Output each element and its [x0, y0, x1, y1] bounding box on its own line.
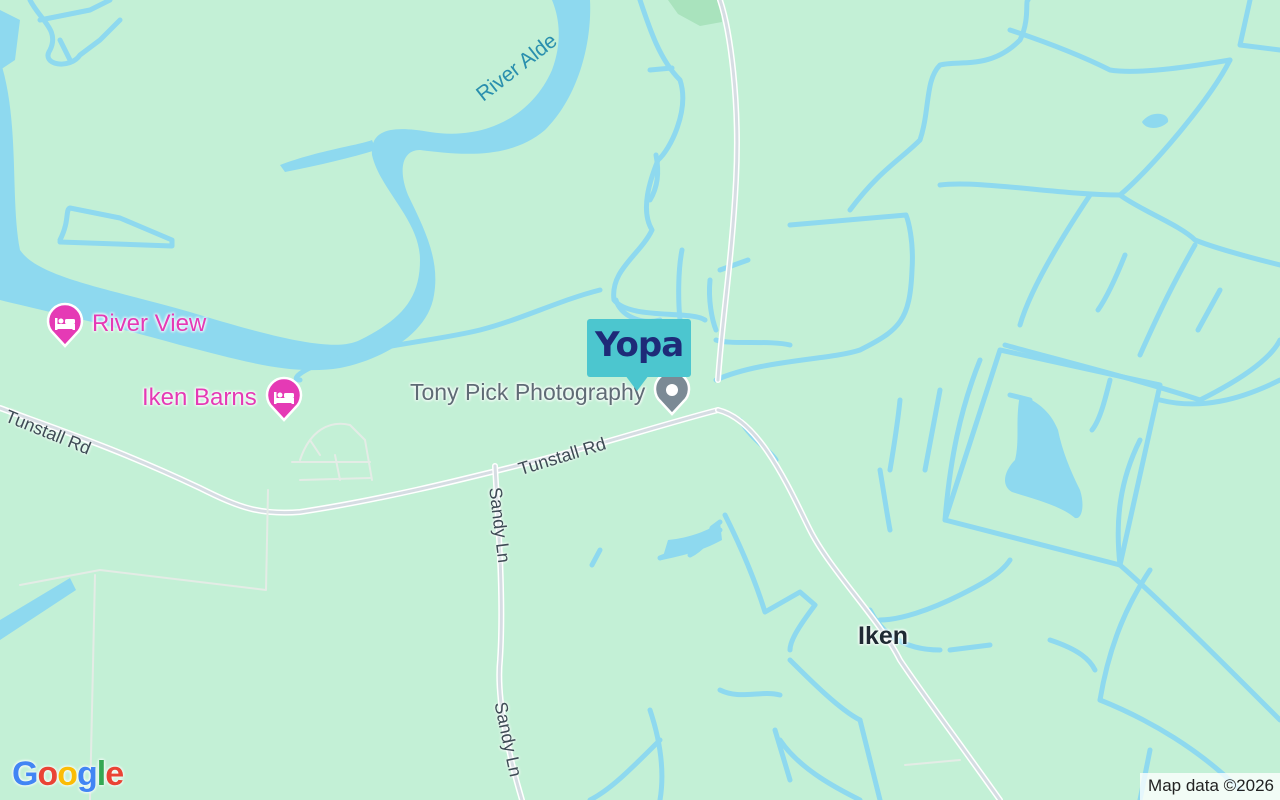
google-logo-letter: o [57, 755, 78, 793]
place-label-iken[interactable]: Iken [858, 622, 908, 651]
map-canvas[interactable]: River Alde Tunstall Rd Tunstall Rd Sandy… [0, 0, 1280, 800]
google-logo-letter: o [37, 755, 58, 793]
map-attribution[interactable]: Map data ©2026 [1140, 773, 1280, 800]
google-logo-letter: l [96, 755, 107, 793]
poi-label: Iken Barns [142, 384, 257, 411]
google-logo-letter: G [12, 755, 38, 793]
poi-label: River View [92, 310, 207, 337]
hotel-icon [263, 374, 305, 422]
poi-iken-barns[interactable]: Iken Barns [142, 374, 305, 422]
google-logo-text: Google [12, 755, 124, 793]
yopa-logo: Yopa [595, 325, 684, 365]
google-logo: Google [12, 755, 124, 794]
hotel-icon [44, 300, 86, 348]
google-logo-letter: g [77, 755, 98, 793]
poi-river-view[interactable]: River View [44, 300, 206, 348]
yopa-ad-marker[interactable]: Yopa [587, 319, 691, 399]
google-logo-letter: e [105, 755, 124, 793]
